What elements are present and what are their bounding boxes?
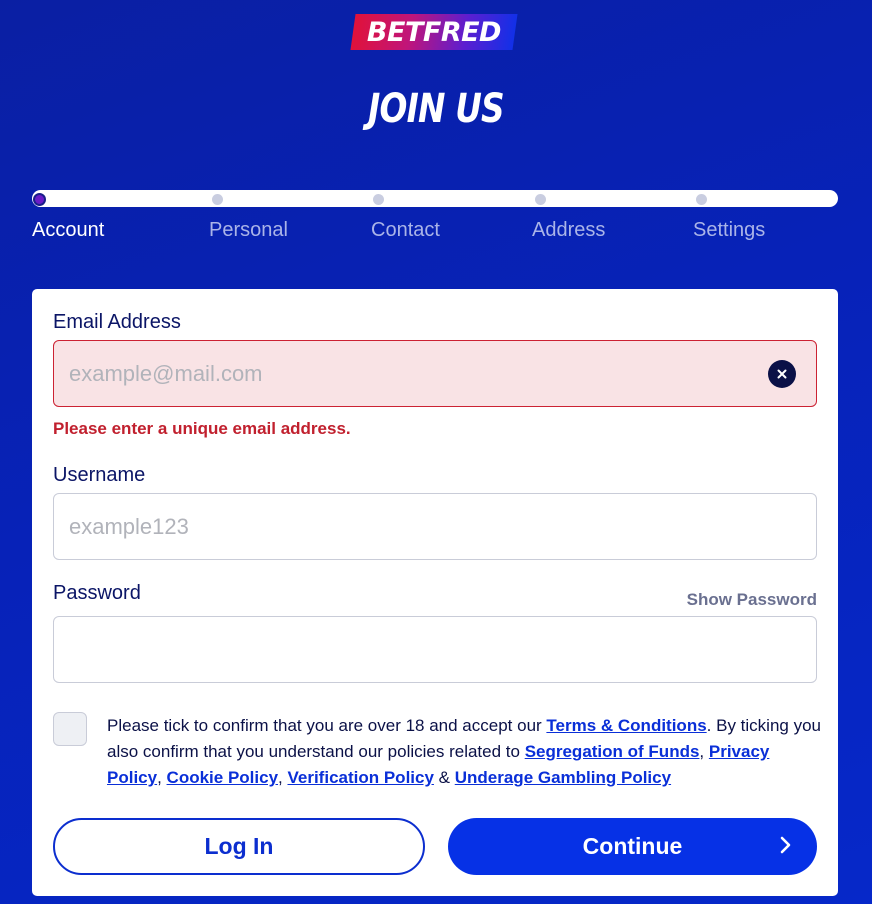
step-label-personal: Personal xyxy=(209,219,288,241)
username-field-wrapper xyxy=(53,493,817,560)
verification-policy-link[interactable]: Verification Policy xyxy=(287,768,433,787)
step-dot-contact xyxy=(373,194,384,205)
password-field-wrapper xyxy=(53,616,817,683)
segregation-of-funds-link[interactable]: Segregation of Funds xyxy=(525,742,700,761)
show-password-toggle[interactable]: Show Password xyxy=(687,590,817,610)
step-dot-account xyxy=(33,193,46,206)
step-label-contact: Contact xyxy=(371,219,440,241)
continue-button[interactable]: Continue xyxy=(448,818,817,875)
step-progress-bar xyxy=(32,190,838,207)
step-dot-address xyxy=(535,194,546,205)
password-field[interactable] xyxy=(69,636,801,663)
logo-text: BETFRED xyxy=(366,16,502,48)
terms-separator-1: , xyxy=(699,742,709,761)
chevron-right-icon xyxy=(780,836,791,854)
terms-text: Please tick to confirm that you are over… xyxy=(107,713,822,791)
terms-text-part-1: Please tick to confirm that you are over… xyxy=(107,716,547,735)
step-dot-settings xyxy=(696,194,707,205)
email-field[interactable] xyxy=(69,360,801,387)
terms-conditions-link[interactable]: Terms & Conditions xyxy=(546,716,706,735)
terms-separator-2: , xyxy=(157,768,167,787)
username-field[interactable] xyxy=(69,513,801,540)
continue-button-label: Continue xyxy=(582,833,683,859)
step-label-account: Account xyxy=(32,219,105,241)
password-label: Password xyxy=(53,582,141,604)
email-error-message: Please enter a unique email address. xyxy=(53,419,351,438)
close-icon[interactable] xyxy=(768,360,796,388)
step-dot-personal xyxy=(212,194,223,205)
registration-form: Email Address Please enter a unique emai… xyxy=(32,289,838,896)
terms-separator-4: & xyxy=(433,768,455,787)
username-label: Username xyxy=(53,464,146,486)
underage-gambling-policy-link[interactable]: Underage Gambling Policy xyxy=(455,768,671,787)
betfred-logo[interactable]: BETFRED xyxy=(350,14,518,50)
cookie-policy-link[interactable]: Cookie Policy xyxy=(167,768,278,787)
step-label-address: Address xyxy=(532,219,606,241)
page-title: JOIN US xyxy=(368,86,505,132)
step-label-settings: Settings xyxy=(693,219,766,241)
age-terms-checkbox[interactable] xyxy=(53,712,87,746)
close-icon-glyph xyxy=(777,369,787,379)
login-button[interactable]: Log In xyxy=(53,818,425,875)
email-field-wrapper xyxy=(53,340,817,407)
email-label: Email Address xyxy=(53,311,181,333)
